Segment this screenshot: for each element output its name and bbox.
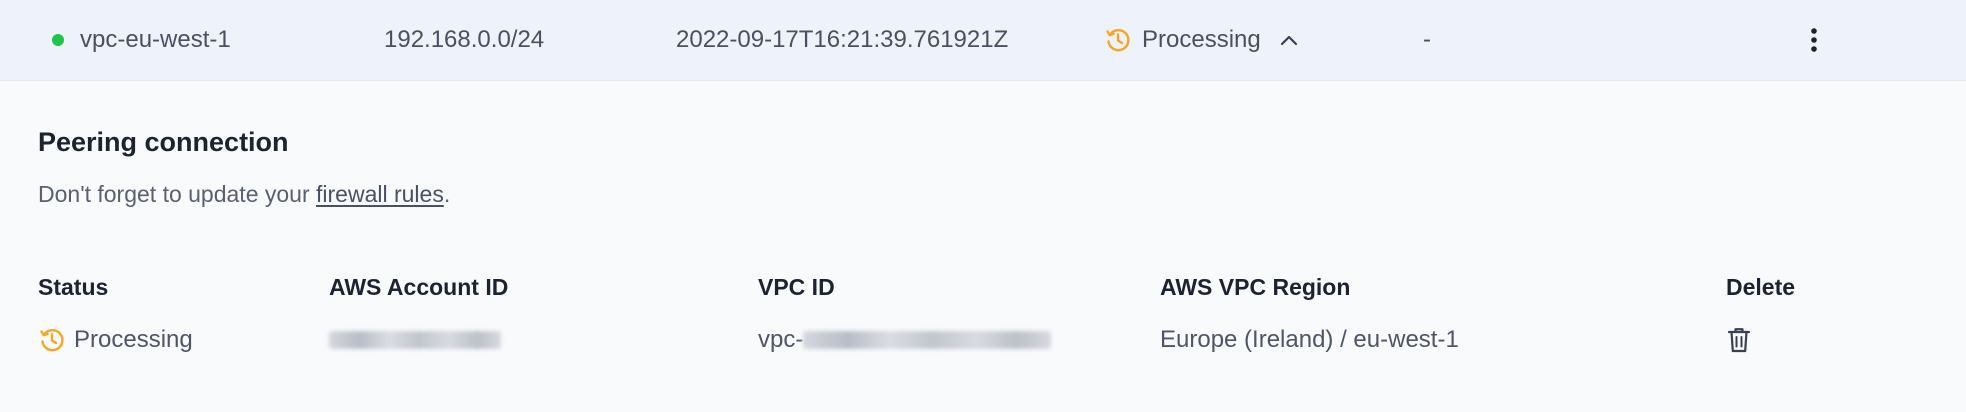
vpc-id-prefix: vpc- (758, 326, 804, 353)
redacted-account-id (329, 331, 501, 349)
extra-cell: - (1423, 0, 1431, 80)
status-dot-icon (52, 34, 64, 46)
aws-account-id-redacted (329, 320, 501, 360)
redacted-vpc-id (803, 331, 1052, 349)
peering-status-label: Processing (74, 326, 193, 353)
vpc-region-value: Europe (Ireland) / eu-west-1 (1160, 320, 1459, 360)
peering-status: Processing (38, 320, 193, 360)
column-header-status: Status (38, 274, 109, 300)
chevron-up-icon[interactable] (1279, 33, 1299, 47)
clock-history-icon (1106, 29, 1130, 52)
vpc-cidr: 192.168.0.0/24 (384, 26, 545, 53)
hint-text: Don't forget to update your (38, 181, 317, 207)
created-cell: 2022-09-17T16:21:39.761921Z (676, 0, 1008, 80)
kebab-menu-icon (1811, 28, 1817, 52)
vpc-name: vpc-eu-west-1 (80, 26, 231, 53)
hint-suffix: . (443, 181, 451, 207)
vpc-name-cell: vpc-eu-west-1 (52, 0, 231, 80)
vpc-created-timestamp: 2022-09-17T16:21:39.761921Z (676, 26, 1009, 53)
vpc-id-value: vpc- (758, 320, 1052, 360)
status-cell[interactable]: Processing (1104, 0, 1309, 80)
clock-history-icon (40, 329, 64, 352)
column-header-delete: Delete (1726, 274, 1796, 300)
status-label: Processing (1142, 26, 1261, 53)
firewall-rules-link[interactable]: firewall rules (316, 181, 444, 207)
delete-peering-button[interactable] (1727, 320, 1751, 360)
firewall-hint: Don't forget to update your firewall rul… (38, 181, 450, 208)
section-title: Peering connection (38, 127, 289, 157)
vpc-list-row[interactable]: vpc-eu-west-1 192.168.0.0/24 2022-09-17T… (0, 0, 1966, 81)
vpc-region: Europe (Ireland) / eu-west-1 (1160, 326, 1459, 353)
extra-value: - (1423, 26, 1431, 53)
trash-icon (1727, 328, 1751, 353)
column-header-region: AWS VPC Region (1160, 274, 1351, 300)
cidr-cell: 192.168.0.0/24 (384, 0, 544, 80)
row-menu-button[interactable] (1802, 0, 1826, 80)
column-header-account-id: AWS Account ID (329, 274, 509, 300)
peering-detail-panel: Peering connection Don't forget to updat… (38, 80, 1966, 412)
column-header-vpc-id: VPC ID (758, 274, 835, 300)
